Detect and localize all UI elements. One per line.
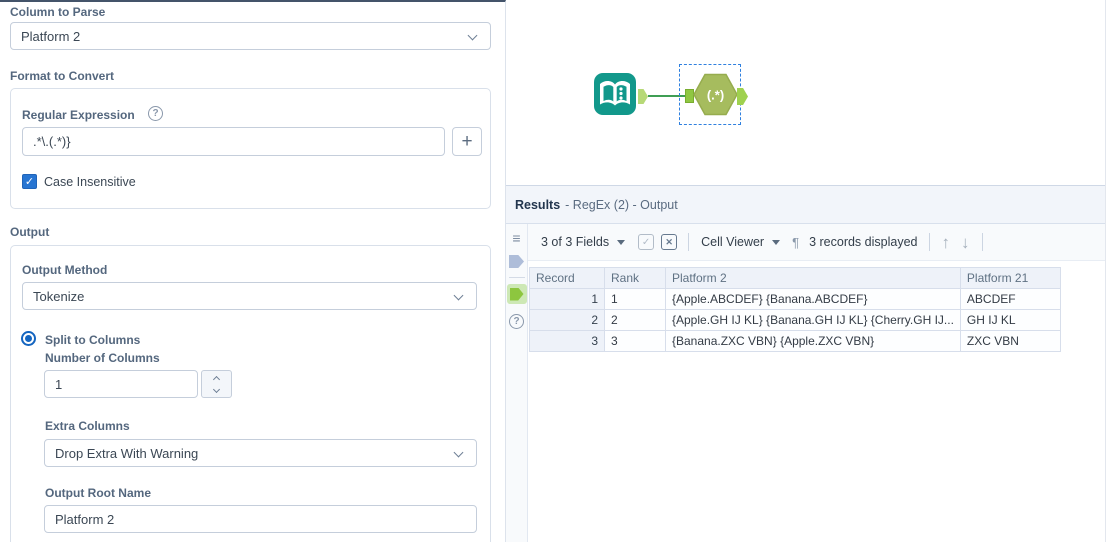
regex-input-value: .*\.(.*)} — [33, 134, 71, 149]
output-anchor-icon — [509, 287, 524, 301]
output-method-label: Output Method — [22, 263, 108, 277]
results-header: Results - RegEx (2) - Output — [506, 186, 1105, 224]
records-displayed: 3 records displayed — [809, 235, 918, 249]
regex-output-anchor[interactable] — [737, 88, 748, 105]
chevron-down-icon — [467, 30, 478, 41]
column-header-rank[interactable]: Rank — [604, 267, 666, 289]
regular-expression-label: Regular Expression — [22, 108, 135, 122]
scroll-down-icon[interactable]: ↓ — [961, 234, 970, 251]
metadata-list-icon[interactable]: ≡ — [512, 231, 520, 245]
results-data-grid: Record Rank Platform 2 Platform 21 1 1 {… — [529, 267, 1061, 352]
output-section-label: Output — [10, 225, 50, 239]
fields-summary[interactable]: 3 of 3 Fields — [541, 235, 609, 249]
output-method-select[interactable]: Tokenize — [22, 282, 477, 310]
chevron-down-icon — [453, 447, 464, 458]
text-input-tool-icon[interactable] — [593, 72, 637, 116]
table-row: 1 1 {Apple.ABCDEF} {Banana.ABCDEF} ABCDE… — [529, 288, 1061, 310]
deselect-fields-icon[interactable]: ✕ — [661, 234, 678, 250]
platform2-cell[interactable]: {Apple.GH IJ KL} {Banana.GH IJ KL} {Cher… — [665, 309, 961, 331]
cell-viewer-button[interactable]: Cell Viewer — [701, 235, 764, 249]
toolbar-divider — [929, 233, 931, 251]
number-of-columns-label: Number of Columns — [45, 351, 160, 365]
platform21-cell[interactable]: ABCDEF — [959, 288, 1061, 310]
rank-cell[interactable]: 2 — [604, 309, 666, 331]
toolbar-divider — [688, 233, 690, 251]
table-row: 3 3 {Banana.ZXC VBN} {Apple.ZXC VBN} ZXC… — [529, 330, 1061, 352]
platform21-cell[interactable]: GH IJ KL — [959, 309, 1061, 331]
number-of-columns-input[interactable]: 1 — [44, 370, 198, 398]
text-input-output-anchor[interactable] — [638, 89, 648, 104]
workflow-canvas[interactable]: (.*) — [507, 0, 1105, 185]
table-header-row: Record Rank Platform 2 Platform 21 — [529, 267, 1061, 289]
record-cell[interactable]: 1 — [529, 288, 605, 310]
table-row: 2 2 {Apple.GH IJ KL} {Banana.GH IJ KL} {… — [529, 309, 1061, 331]
stepper-down-button[interactable] — [202, 384, 231, 397]
toolbar-divider — [982, 233, 984, 251]
column-to-parse-value: Platform 2 — [21, 28, 81, 44]
platform2-cell[interactable]: {Banana.ZXC VBN} {Apple.ZXC VBN} — [665, 330, 961, 352]
column-to-parse-label: Column to Parse — [10, 5, 106, 19]
help-icon[interactable]: ? — [148, 106, 163, 121]
chevron-up-icon — [212, 375, 221, 383]
number-of-columns-stepper — [201, 370, 232, 398]
regex-input[interactable]: .*\.(.*)} — [22, 127, 445, 156]
extra-columns-select[interactable]: Drop Extra With Warning — [44, 439, 477, 467]
help-icon[interactable]: ? — [509, 314, 524, 329]
platform21-cell[interactable]: ZXC VBN — [959, 330, 1061, 352]
regex-configuration-panel: Column to Parse Platform 2 Format to Con… — [0, 0, 506, 542]
case-insensitive-checkbox[interactable]: ✓ — [22, 174, 37, 189]
record-cell[interactable]: 2 — [529, 309, 605, 331]
column-header-record[interactable]: Record — [529, 267, 605, 289]
check-icon: ✓ — [24, 176, 35, 188]
output-root-name-value: Platform 2 — [55, 511, 115, 527]
scroll-up-icon[interactable]: ↑ — [941, 234, 950, 251]
chevron-down-icon[interactable] — [617, 239, 626, 245]
format-to-convert-label: Format to Convert — [10, 69, 115, 83]
output-root-name-label: Output Root Name — [45, 486, 151, 500]
output-method-value: Tokenize — [33, 288, 85, 304]
extra-columns-label: Extra Columns — [45, 419, 130, 433]
regex-tool-icon[interactable]: (.*) — [693, 73, 738, 116]
rank-cell[interactable]: 1 — [604, 288, 666, 310]
split-to-columns-radio[interactable] — [21, 331, 36, 346]
alteryx-regex-tool-view: Column to Parse Platform 2 Format to Con… — [0, 0, 1106, 542]
results-toolbar: 3 of 3 Fields ✓ ✕ Cell Viewer ¶ 3 record… — [528, 224, 1105, 261]
chevron-down-icon — [212, 385, 221, 393]
select-fields-icon[interactable]: ✓ — [638, 234, 655, 250]
split-to-columns-label: Split to Columns — [45, 333, 141, 347]
output-anchor-button[interactable] — [506, 284, 527, 304]
chevron-down-icon — [453, 290, 464, 301]
case-insensitive-label: Case Insensitive — [44, 175, 136, 189]
results-subtitle: - RegEx (2) - Output — [565, 197, 678, 212]
column-header-platform21[interactable]: Platform 21 — [959, 267, 1061, 289]
stepper-up-button[interactable] — [202, 371, 231, 384]
column-to-parse-select[interactable]: Platform 2 — [10, 22, 491, 50]
whitespace-toggle-icon[interactable]: ¶ — [792, 235, 799, 250]
results-anchor-strip: ≡ ? — [506, 224, 528, 542]
platform2-cell[interactable]: {Apple.ABCDEF} {Banana.ABCDEF} — [665, 288, 961, 310]
output-root-name-input[interactable]: Platform 2 — [44, 505, 477, 533]
record-cell[interactable]: 3 — [529, 330, 605, 352]
rank-cell[interactable]: 3 — [604, 330, 666, 352]
column-header-platform2[interactable]: Platform 2 — [665, 267, 961, 289]
number-of-columns-value: 1 — [55, 376, 63, 392]
results-panel: Results - RegEx (2) - Output ≡ ? 3 of 3 … — [506, 185, 1105, 542]
input-anchor-icon[interactable] — [509, 255, 524, 268]
chevron-down-icon[interactable] — [772, 239, 781, 245]
strip-divider — [508, 277, 525, 278]
extra-columns-value: Drop Extra With Warning — [55, 445, 199, 461]
results-title: Results — [515, 197, 561, 212]
add-expression-button[interactable]: + — [452, 127, 482, 156]
regex-tool-label: (.*) — [707, 88, 724, 103]
